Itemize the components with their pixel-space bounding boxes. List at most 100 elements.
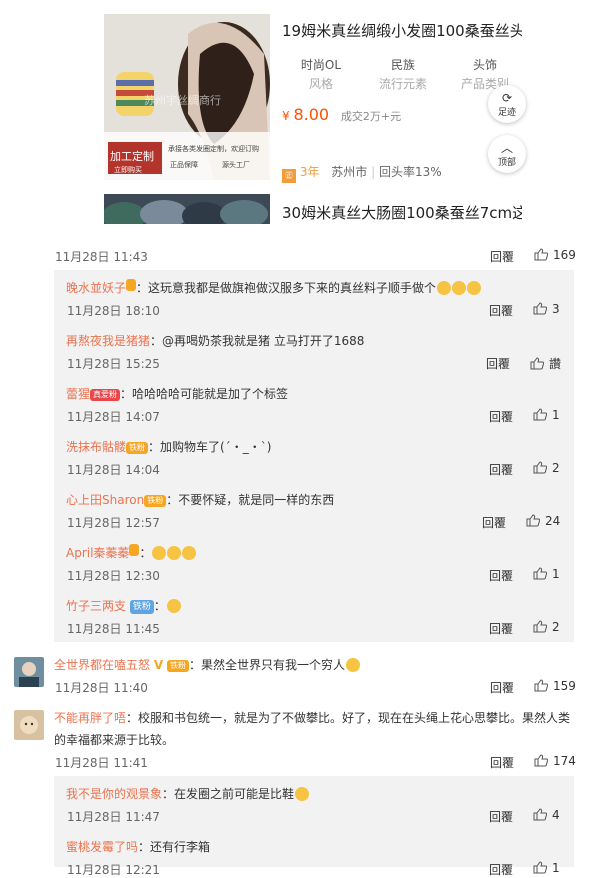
- store-years: 3年: [299, 165, 320, 179]
- store-row: ㊣ 3年 苏州市 | 回头率13%: [282, 163, 442, 183]
- reply-button[interactable]: 回覆: [486, 355, 510, 372]
- comment-time: 11月28日 11:43: [55, 250, 148, 264]
- vip-icon: [126, 279, 137, 291]
- reply-text: ：@再喝奶茶我就是猪 立马打开了1688: [150, 334, 365, 348]
- like-button[interactable]: 24: [526, 514, 560, 528]
- reply-button[interactable]: 回覆: [489, 808, 513, 825]
- store-icon: ㊣: [282, 169, 296, 183]
- reply-username[interactable]: 洗抹布骷髅: [66, 440, 126, 454]
- laugh-emoji-icon: [167, 546, 182, 560]
- like-button[interactable]: 1: [533, 408, 560, 422]
- like-button[interactable]: 174: [534, 754, 576, 768]
- comment-time: 11月28日 11:41: [55, 756, 148, 770]
- watermark: 苏州宇丝绸商行: [144, 94, 221, 107]
- reply-button[interactable]: 回覆: [490, 679, 514, 696]
- reply-button[interactable]: 回覆: [490, 754, 514, 771]
- reply-item: 蕾猩 真爱粉 ：哈哈哈哈可能就是加了个标签: [66, 385, 288, 402]
- reply-button[interactable]: 回覆: [482, 514, 506, 531]
- attr-value: 风格: [308, 77, 333, 91]
- promo-text: 承接各类发圈定制，欢迎订购: [168, 145, 259, 153]
- factory-label: 源头工厂: [222, 161, 250, 169]
- avatar[interactable]: [14, 710, 44, 740]
- like-button[interactable]: 2: [533, 461, 560, 475]
- comment-username[interactable]: 不能再胖了唔: [54, 711, 126, 725]
- fan-badge: 铁粉: [166, 660, 189, 672]
- laugh-emoji-icon: [437, 281, 452, 295]
- thumb-up-icon: [533, 620, 547, 633]
- thumb-up-icon: [534, 248, 548, 261]
- avatar[interactable]: [14, 657, 44, 687]
- reply-username[interactable]: 竹子三两支: [66, 599, 126, 613]
- like-count: 4: [552, 808, 560, 822]
- thumb-up-icon: [526, 514, 540, 527]
- laugh-emoji-icon: [452, 281, 467, 295]
- reply-time: 11月28日 11:47: [67, 810, 160, 824]
- reply-username[interactable]: 再熬夜我是猪猪: [66, 334, 150, 348]
- thumb-up-icon: [533, 408, 547, 421]
- comment-text: ：果然全世界只有我一个穷人: [188, 658, 345, 672]
- price: 8.00: [293, 105, 330, 124]
- attr-key: 民族: [390, 58, 415, 72]
- like-count: 1: [552, 861, 560, 875]
- like-button[interactable]: 3: [533, 302, 560, 316]
- like-button[interactable]: 169: [534, 248, 576, 262]
- thumb-up-icon: [530, 357, 544, 370]
- reply-time: 11月28日 18:10: [67, 304, 160, 318]
- reply-username[interactable]: 我不是你的观景象: [66, 787, 162, 801]
- reply-item: 洗抹布骷髅 铁粉 ：加购物车了(´・_・`): [66, 438, 271, 455]
- reply-item: 再熬夜我是猪猪：@再喝奶茶我就是猪 立马打开了1688: [66, 332, 364, 349]
- reply-button[interactable]: 回覆: [489, 461, 513, 478]
- reply-button[interactable]: 回覆: [489, 408, 513, 425]
- reply-item: 晚水並妖子 ：这玩意我都是做旗袍做汉服多下来的真丝料子顺手做个: [66, 279, 482, 296]
- reply-time: 11月28日 12:57: [67, 516, 160, 530]
- reply-text: ：加购物车了(´・_・`): [148, 440, 272, 454]
- product-title[interactable]: 19姆米真丝绸缎小发圈100桑蚕丝头: [282, 20, 522, 41]
- like-button[interactable]: 4: [533, 808, 560, 822]
- reply-username[interactable]: 蕾猩: [66, 387, 90, 401]
- like-button[interactable]: 159: [534, 679, 576, 693]
- comment-username[interactable]: 全世界都在嗑五怒: [54, 658, 150, 672]
- guarantee-label: 正品保障: [170, 161, 198, 169]
- reply-username[interactable]: April秦蓁蓁: [66, 546, 129, 560]
- currency: ¥: [282, 109, 290, 123]
- like-button[interactable]: 讚: [530, 355, 561, 372]
- comment-time: 11月28日 11:40: [55, 681, 148, 695]
- reply-button[interactable]: 回覆: [490, 248, 514, 265]
- attr-value: 流行元素: [378, 77, 427, 91]
- reply-button[interactable]: 回覆: [489, 302, 513, 319]
- reply-username[interactable]: 蜜桃发霉了吗: [66, 840, 138, 854]
- product-title[interactable]: 30姆米真丝大肠圈100桑蚕丝7cm这: [282, 202, 522, 223]
- footprint-label: 足迹: [497, 108, 516, 118]
- sales: 成交2万+元: [340, 110, 402, 123]
- fan-badge: 铁粉: [126, 442, 149, 454]
- reply-text: ：还有行李箱: [138, 840, 211, 854]
- reply-time: 11月28日 14:04: [67, 463, 160, 477]
- reply-time: 11月28日 12:21: [67, 863, 160, 877]
- like-button[interactable]: 1: [533, 567, 560, 581]
- product-image[interactable]: 加工定制 立即购买 承接各类发圈定制，欢迎订购 正品保障 源头工厂 苏州宇丝绸商…: [104, 14, 270, 180]
- product-image[interactable]: [104, 194, 270, 224]
- cat-emoji-icon: [295, 787, 310, 801]
- footprint-button[interactable]: ⟳ 足迹: [488, 85, 526, 123]
- like-button[interactable]: 1: [533, 861, 560, 875]
- reply-username[interactable]: 晚水並妖子: [66, 281, 126, 295]
- like-count: 1: [552, 567, 560, 581]
- buy-label: 立即购买: [114, 166, 142, 174]
- comment-text: ：校服和书包统一，就是为了不做攀比。好了，现在在头绳上花心思攀比。果然人类: [126, 711, 571, 725]
- like-count: 讚: [549, 357, 562, 371]
- like-count: 3: [552, 302, 560, 316]
- like-count: 2: [552, 620, 560, 634]
- reply-text: ：这玩意我都是做旗袍做汉服多下来的真丝料子顺手做个: [136, 281, 437, 295]
- like-button[interactable]: 2: [533, 620, 560, 634]
- reply-username[interactable]: 心上田Sharon: [66, 493, 144, 507]
- cat-emoji-icon: [345, 658, 360, 672]
- reply-button[interactable]: 回覆: [489, 861, 513, 878]
- fan-badge: 铁粉: [129, 600, 154, 614]
- reply-text: ：哈哈哈哈可能就是加了个标签: [120, 387, 289, 401]
- reply-button[interactable]: 回覆: [489, 620, 513, 637]
- attr-key: 时尚OL: [300, 58, 342, 72]
- reply-button[interactable]: 回覆: [489, 567, 513, 584]
- back-to-top-button[interactable]: ︿ 顶部: [488, 135, 526, 173]
- fan-badge: 真爱粉: [90, 389, 121, 401]
- laugh-emoji-icon: [152, 546, 167, 560]
